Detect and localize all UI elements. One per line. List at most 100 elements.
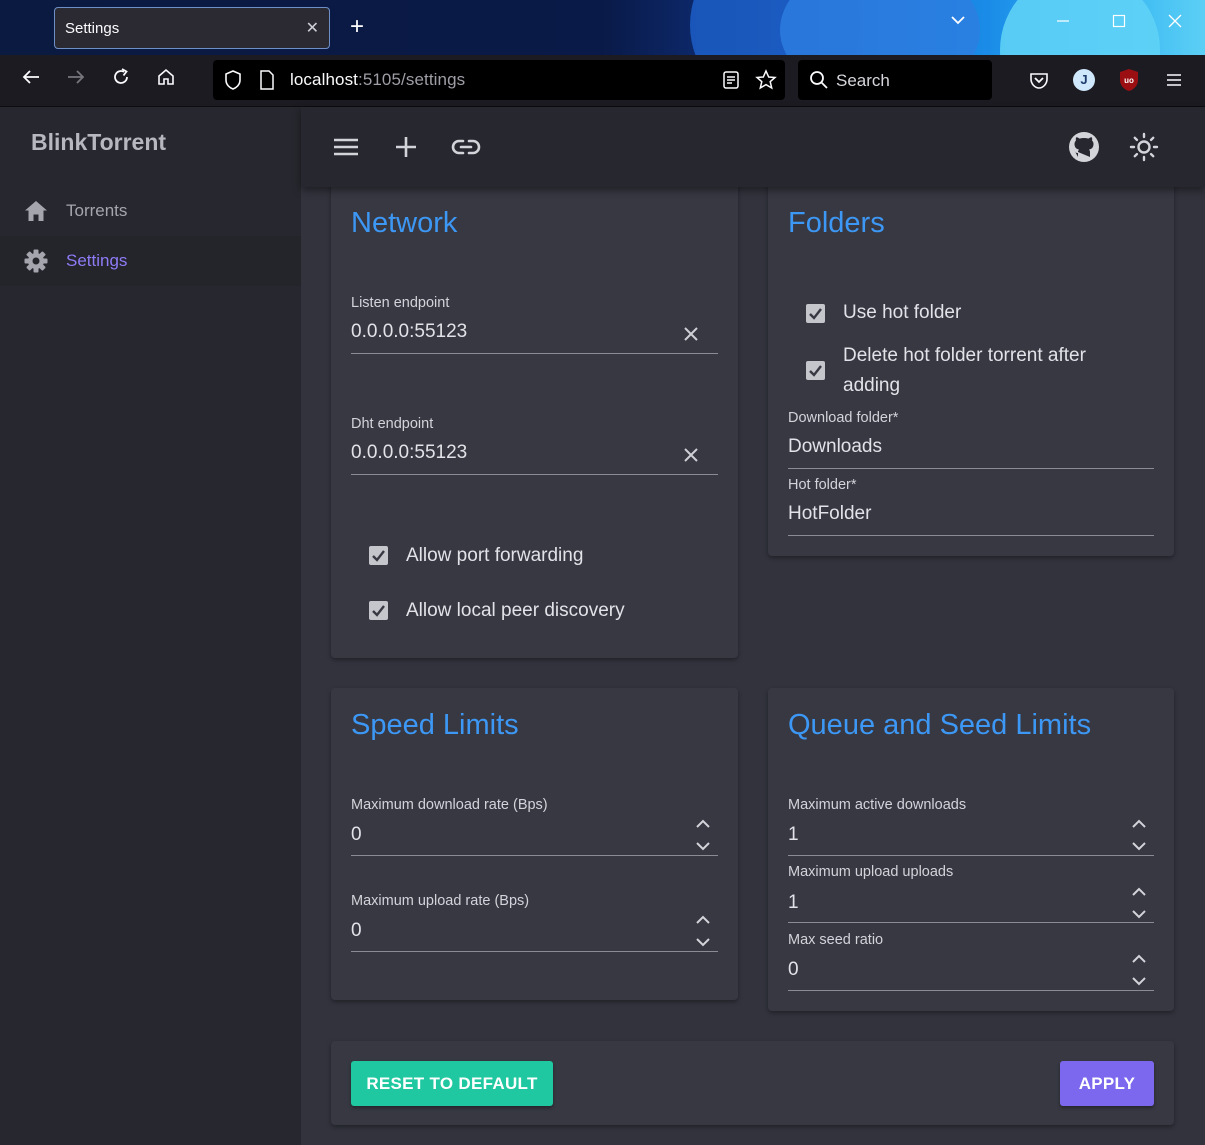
number-stepper-icon[interactable]: [694, 817, 712, 853]
max-seed-ratio-input[interactable]: 0: [788, 959, 799, 981]
reload-icon[interactable]: [107, 67, 135, 95]
number-stepper-icon[interactable]: [1130, 885, 1148, 921]
port-forwarding-checkbox[interactable]: [369, 546, 388, 565]
reset-to-default-button[interactable]: RESET TO DEFAULT: [351, 1061, 553, 1106]
max-active-downloads-input[interactable]: 1: [788, 824, 799, 846]
sidebar-item-label: Torrents: [66, 201, 128, 220]
field-label: Maximum upload uploads: [788, 864, 954, 880]
checkbox-label[interactable]: Use hot folder: [843, 298, 961, 328]
close-window-button[interactable]: [1160, 12, 1190, 33]
local-peer-discovery-checkbox[interactable]: [369, 601, 388, 620]
app-sidebar: BlinkTorrent Torrents Settings: [0, 107, 301, 1145]
sun-icon[interactable]: [1128, 131, 1160, 163]
sidebar-item-torrents[interactable]: Torrents: [0, 186, 301, 236]
checkbox-label[interactable]: Allow port forwarding: [406, 541, 583, 571]
menu-icon[interactable]: [330, 131, 362, 163]
field-label: Maximum upload rate (Bps): [351, 893, 530, 909]
max-download-rate-input[interactable]: 0: [351, 824, 362, 846]
checkbox-label[interactable]: Delete hot folder torrent after: [843, 341, 1086, 371]
tab-list-chevron-icon[interactable]: [943, 12, 973, 33]
download-folder-input[interactable]: Downloads: [788, 436, 882, 458]
new-tab-button[interactable]: +: [344, 14, 370, 40]
page-icon[interactable]: [259, 70, 275, 95]
close-tab-icon[interactable]: ✕: [306, 18, 319, 38]
field-underline: [351, 353, 718, 354]
speed-limits-card: Speed Limits Maximum download rate (Bps)…: [331, 688, 738, 1000]
field-underline: [788, 922, 1154, 923]
hot-folder-input[interactable]: HotFolder: [788, 503, 871, 525]
network-card: Network Listen endpoint 0.0.0.0:55123 Dh…: [331, 169, 738, 658]
max-upload-rate-input[interactable]: 0: [351, 920, 362, 942]
url-host: localhost: [290, 70, 358, 89]
profile-avatar[interactable]: J: [1073, 69, 1095, 91]
queue-seed-limits-card: Queue and Seed Limits Maximum active dow…: [768, 688, 1174, 1011]
field-underline: [351, 474, 718, 475]
bookmark-star-icon[interactable]: [755, 69, 777, 96]
checkbox-label[interactable]: Allow local peer discovery: [406, 596, 625, 626]
url-text[interactable]: localhost:5105/settings: [290, 70, 465, 90]
app-toolbar: [301, 107, 1205, 187]
use-hot-folder-checkbox[interactable]: [806, 304, 825, 323]
actions-card: RESET TO DEFAULT APPLY: [331, 1041, 1174, 1125]
field-label: Maximum active downloads: [788, 797, 967, 813]
delete-hot-folder-torrent-checkbox[interactable]: [806, 361, 825, 380]
browser-titlebar: Settings ✕ +: [0, 0, 1205, 55]
field-label: Max seed ratio: [788, 932, 884, 948]
svg-text:uo: uo: [1124, 76, 1134, 85]
number-stepper-icon[interactable]: [1130, 952, 1148, 988]
field-label: Listen endpoint: [351, 295, 450, 311]
forward-arrow-icon[interactable]: [62, 67, 90, 95]
card-title: Speed Limits: [351, 709, 519, 741]
listen-endpoint-input[interactable]: 0.0.0.0:55123: [351, 321, 467, 343]
ublock-shield-icon[interactable]: uo: [1119, 68, 1139, 97]
pocket-icon[interactable]: [1029, 70, 1049, 95]
check-icon: [372, 550, 385, 562]
field-underline: [351, 951, 718, 952]
card-title: Queue and Seed Limits: [788, 709, 1092, 741]
field-label: Download folder*: [788, 410, 899, 426]
github-icon[interactable]: [1068, 131, 1100, 163]
max-upload-uploads-input[interactable]: 1: [788, 892, 799, 914]
field-label: Maximum download rate (Bps): [351, 797, 548, 813]
search-bar[interactable]: Search: [798, 60, 992, 100]
card-title: Folders: [788, 207, 885, 239]
main-content: Network Listen endpoint 0.0.0.0:55123 Dh…: [301, 107, 1205, 1145]
number-stepper-icon[interactable]: [1130, 817, 1148, 853]
link-icon[interactable]: [450, 131, 482, 163]
dht-endpoint-input[interactable]: 0.0.0.0:55123: [351, 442, 467, 464]
clear-icon[interactable]: [681, 445, 701, 465]
reader-view-icon[interactable]: [722, 70, 740, 95]
brand-title: BlinkTorrent: [31, 129, 167, 155]
field-label: Dht endpoint: [351, 416, 434, 432]
clear-icon[interactable]: [681, 324, 701, 344]
check-icon: [372, 605, 385, 617]
field-underline: [351, 855, 718, 856]
gear-icon: [24, 249, 48, 273]
field-underline: [788, 855, 1154, 856]
address-bar[interactable]: localhost:5105/settings: [213, 60, 785, 100]
back-arrow-icon[interactable]: [17, 67, 45, 95]
check-icon: [809, 308, 822, 320]
browser-toolbar: localhost:5105/settings Search J uo: [0, 55, 1205, 107]
search-placeholder: Search: [836, 71, 890, 90]
url-path: :5105/settings: [358, 70, 466, 89]
checkbox-label[interactable]: adding: [843, 371, 900, 401]
maximize-button[interactable]: [1104, 12, 1134, 33]
browser-tab[interactable]: Settings ✕: [54, 7, 330, 49]
tab-title: Settings: [65, 19, 120, 37]
number-stepper-icon[interactable]: [694, 913, 712, 949]
apply-button[interactable]: APPLY: [1060, 1061, 1154, 1106]
minimize-button[interactable]: [1048, 12, 1078, 33]
home-icon[interactable]: [152, 67, 180, 95]
sidebar-item-label: Settings: [66, 251, 128, 270]
wallpaper-shape: [1000, 0, 1160, 55]
check-icon: [809, 365, 822, 377]
field-underline: [788, 535, 1154, 536]
hamburger-menu-icon[interactable]: [1164, 70, 1184, 95]
card-title: Network: [351, 207, 458, 239]
field-underline: [788, 468, 1154, 469]
sidebar-item-settings[interactable]: Settings: [0, 236, 301, 286]
shield-icon[interactable]: [223, 69, 243, 96]
field-label: Hot folder*: [788, 477, 857, 493]
plus-icon[interactable]: [390, 131, 422, 163]
